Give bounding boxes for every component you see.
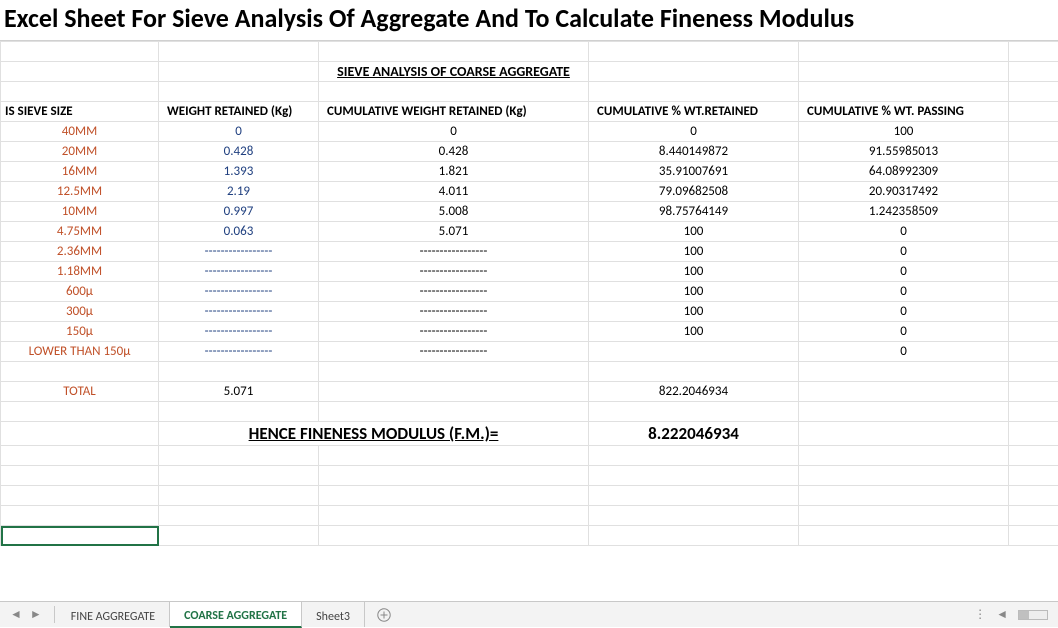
cell-cppas[interactable]: 0 bbox=[799, 262, 1009, 282]
cell-wret[interactable]: 0.063 bbox=[159, 222, 319, 242]
cell-wret[interactable]: ----------------- bbox=[159, 322, 319, 342]
cell-cpret[interactable]: 100 bbox=[589, 282, 799, 302]
cell-cwret[interactable]: 5.071 bbox=[319, 222, 589, 242]
cell-cpret[interactable]: 100 bbox=[589, 262, 799, 282]
cell-cwret[interactable]: ----------------- bbox=[319, 282, 589, 302]
new-sheet-button[interactable] bbox=[365, 602, 403, 627]
cell-sieve[interactable]: 16MM bbox=[1, 162, 159, 182]
cell-wret[interactable]: ----------------- bbox=[159, 262, 319, 282]
cell-cpret[interactable]: 100 bbox=[589, 222, 799, 242]
cell-cppas[interactable]: 20.90317492 bbox=[799, 182, 1009, 202]
cell-cwret[interactable]: 4.011 bbox=[319, 182, 589, 202]
cell-sieve[interactable]: 1.18MM bbox=[1, 262, 159, 282]
cell-cpret[interactable]: 100 bbox=[589, 322, 799, 342]
cell-wret[interactable]: 1.393 bbox=[159, 162, 319, 182]
cell-sieve[interactable]: 2.36MM bbox=[1, 242, 159, 262]
col-header-sieve: IS SIEVE SIZE bbox=[1, 102, 159, 122]
cell-sieve[interactable]: 12.5MM bbox=[1, 182, 159, 202]
section-heading: SIEVE ANALYSIS OF COARSE AGGREGATE bbox=[319, 62, 589, 82]
tab-nav-arrows[interactable]: ◄ ► bbox=[0, 602, 52, 627]
tab-separator bbox=[54, 606, 55, 623]
cell-cpret[interactable]: 8.440149872 bbox=[589, 142, 799, 162]
cell-cwret[interactable]: 5.008 bbox=[319, 202, 589, 222]
col-header-cpret: CUMULATIVE % WT.RETAINED bbox=[589, 102, 799, 122]
sheet-tab-coarse-aggregate[interactable]: COARSE AGGREGATE bbox=[170, 602, 302, 628]
tab-next-icon[interactable]: ► bbox=[30, 607, 42, 622]
cell-cwret[interactable]: ----------------- bbox=[319, 302, 589, 322]
cell-cwret[interactable]: ----------------- bbox=[319, 262, 589, 282]
page-title: Excel Sheet For Sieve Analysis Of Aggreg… bbox=[0, 0, 1058, 41]
tabbar-options-icon[interactable]: ⋮ bbox=[974, 607, 986, 622]
col-header-wret: WEIGHT RETAINED (Kg) bbox=[159, 102, 319, 122]
cell-cpret[interactable]: 35.91007691 bbox=[589, 162, 799, 182]
cell-cpret[interactable]: 100 bbox=[589, 302, 799, 322]
sheet-tab-sheet3[interactable]: Sheet3 bbox=[302, 602, 365, 627]
cell-wret[interactable]: 0 bbox=[159, 122, 319, 142]
fineness-modulus-label: HENCE FINENESS MODULUS (F.M.)= bbox=[159, 422, 589, 446]
cell-cppas[interactable]: 100 bbox=[799, 122, 1009, 142]
cell-cwret[interactable]: 0 bbox=[319, 122, 589, 142]
col-header-cwret: CUMULATIVE WEIGHT RETAINED (Kg) bbox=[319, 102, 589, 122]
cell-cwret[interactable]: 0.428 bbox=[319, 142, 589, 162]
cell-cppas[interactable]: 0 bbox=[799, 322, 1009, 342]
cell-sieve[interactable]: LOWER THAN 150µ bbox=[1, 342, 159, 362]
cell-cwret[interactable]: ----------------- bbox=[319, 342, 589, 362]
active-cell[interactable] bbox=[1, 526, 159, 546]
horizontal-scrollbar[interactable] bbox=[1018, 610, 1048, 620]
cell-cpret[interactable] bbox=[589, 342, 799, 362]
cell-cppas[interactable]: 0 bbox=[799, 222, 1009, 242]
scrollbar-thumb[interactable] bbox=[1019, 611, 1029, 619]
cell-sieve[interactable]: 20MM bbox=[1, 142, 159, 162]
cell-wret[interactable]: ----------------- bbox=[159, 242, 319, 262]
cell-sieve[interactable]: 150µ bbox=[1, 322, 159, 342]
cell-sieve[interactable]: 4.75MM bbox=[1, 222, 159, 242]
cell-wret[interactable]: 0.997 bbox=[159, 202, 319, 222]
cell-cpret[interactable]: 79.09682508 bbox=[589, 182, 799, 202]
cell-sieve[interactable]: 40MM bbox=[1, 122, 159, 142]
cell-cppas[interactable]: 91.55985013 bbox=[799, 142, 1009, 162]
cell-cppas[interactable]: 0 bbox=[799, 242, 1009, 262]
tab-prev-icon[interactable]: ◄ bbox=[10, 607, 22, 622]
cell-cppas[interactable]: 64.08992309 bbox=[799, 162, 1009, 182]
cell-wret[interactable]: ----------------- bbox=[159, 282, 319, 302]
cell-cpret[interactable]: 100 bbox=[589, 242, 799, 262]
hscroll-left-icon[interactable]: ◄ bbox=[996, 607, 1008, 622]
cell-sieve[interactable]: 600µ bbox=[1, 282, 159, 302]
cell-cppas[interactable]: 1.242358509 bbox=[799, 202, 1009, 222]
cell-wret[interactable]: ----------------- bbox=[159, 342, 319, 362]
cell-cpret[interactable]: 0 bbox=[589, 122, 799, 142]
cell-cwret[interactable]: ----------------- bbox=[319, 242, 589, 262]
cell-sieve[interactable]: 10MM bbox=[1, 202, 159, 222]
spreadsheet-grid[interactable]: SIEVE ANALYSIS OF COARSE AGGREGATE IS SIE… bbox=[0, 41, 1058, 546]
fineness-modulus-value: 8.222046934 bbox=[589, 422, 799, 446]
cell-wret[interactable]: 2.19 bbox=[159, 182, 319, 202]
sheet-tab-bar: ◄ ► FINE AGGREGATECOARSE AGGREGATESheet3… bbox=[0, 601, 1058, 627]
total-cpret[interactable]: 822.2046934 bbox=[589, 382, 799, 402]
plus-icon bbox=[377, 608, 391, 622]
cell-cppas[interactable]: 0 bbox=[799, 302, 1009, 322]
total-label[interactable]: TOTAL bbox=[1, 382, 159, 402]
sheet-tab-fine-aggregate[interactable]: FINE AGGREGATE bbox=[57, 602, 170, 627]
cell-cwret[interactable]: 1.821 bbox=[319, 162, 589, 182]
col-header-cppas: CUMULATIVE % WT. PASSING bbox=[799, 102, 1009, 122]
cell-cwret[interactable]: ----------------- bbox=[319, 322, 589, 342]
total-wret[interactable]: 5.071 bbox=[159, 382, 319, 402]
cell-wret[interactable]: 0.428 bbox=[159, 142, 319, 162]
cell-sieve[interactable]: 300µ bbox=[1, 302, 159, 322]
cell-cpret[interactable]: 98.75764149 bbox=[589, 202, 799, 222]
cell-cppas[interactable]: 0 bbox=[799, 342, 1009, 362]
cell-wret[interactable]: ----------------- bbox=[159, 302, 319, 322]
cell-cppas[interactable]: 0 bbox=[799, 282, 1009, 302]
